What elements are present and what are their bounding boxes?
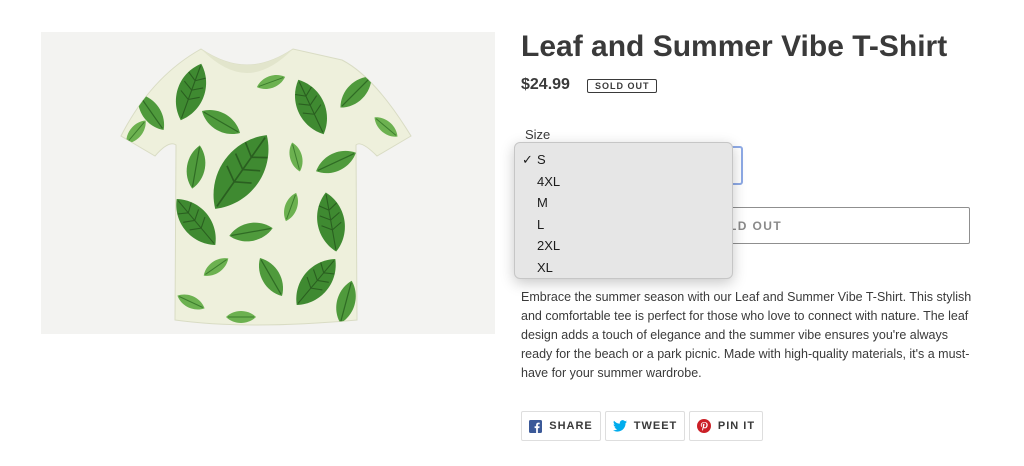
facebook-share-button[interactable]: SHARE	[521, 411, 601, 441]
checkmark-icon: ✓	[522, 152, 533, 167]
facebook-icon	[529, 419, 543, 433]
size-option-label: S	[537, 152, 546, 167]
size-option-label: 4XL	[537, 173, 561, 189]
twitter-tweet-button[interactable]: TWEET	[605, 411, 685, 441]
size-option-label: 2XL	[537, 238, 561, 253]
product-title: Leaf and Summer Vibe T-Shirt	[521, 30, 948, 63]
twitter-tweet-label: TWEET	[633, 420, 678, 432]
size-option-m[interactable]: M	[515, 192, 732, 214]
tshirt-illustration	[41, 32, 495, 334]
size-dropdown-menu[interactable]: ✓ S 4XL M L 2XL XL	[514, 142, 733, 279]
product-description: Embrace the summer season with our Leaf …	[521, 290, 972, 380]
size-option-l[interactable]: L	[515, 214, 732, 236]
pinterest-pin-label: PIN IT	[717, 420, 756, 432]
size-option-s[interactable]: ✓ S	[515, 149, 732, 171]
size-option-xl[interactable]: XL	[515, 257, 732, 279]
size-option-label: XL	[537, 259, 553, 275]
product-image[interactable]	[41, 32, 495, 334]
twitter-icon	[612, 420, 627, 432]
size-label: Size	[525, 127, 551, 142]
product-price: $24.99	[521, 76, 570, 93]
pinterest-icon	[696, 419, 711, 433]
size-option-2xl[interactable]: 2XL	[515, 235, 732, 257]
size-option-label: L	[537, 216, 545, 232]
size-option-4xl[interactable]: 4XL	[515, 171, 732, 193]
facebook-share-label: SHARE	[549, 420, 593, 432]
sold-out-badge: SOLD OUT	[587, 79, 657, 93]
size-option-label: M	[537, 195, 548, 210]
pinterest-pin-button[interactable]: PIN IT	[689, 411, 763, 441]
